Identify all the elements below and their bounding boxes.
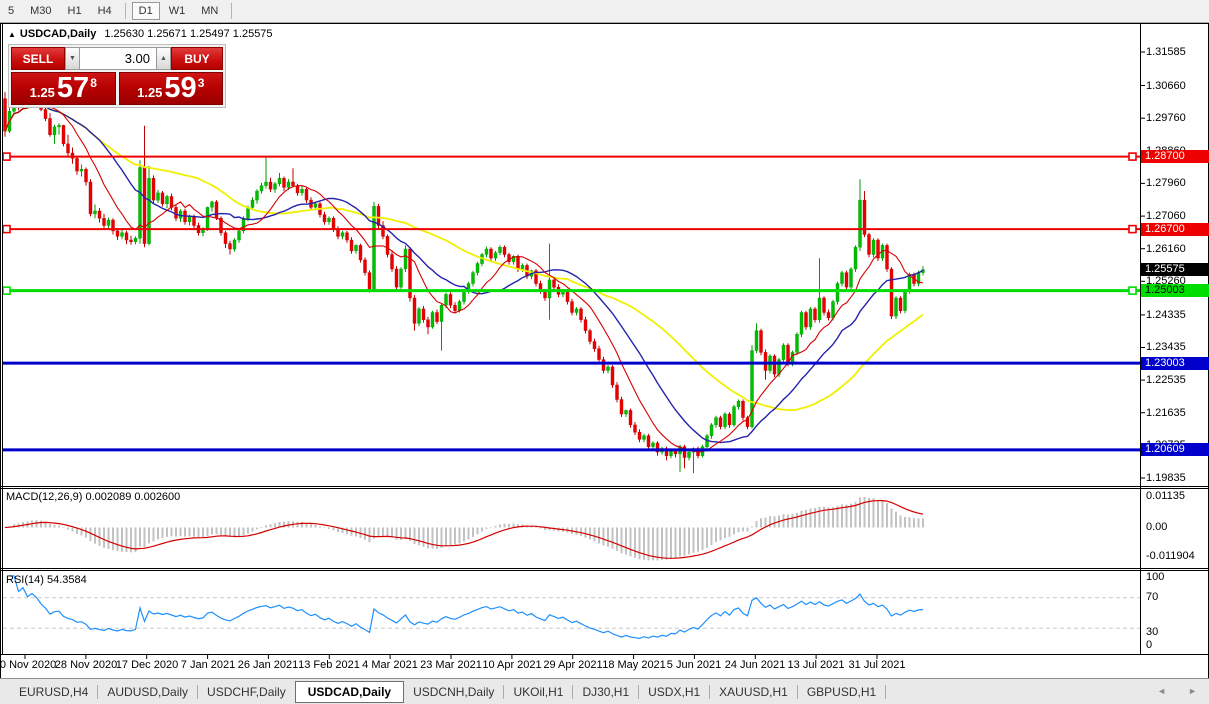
tab-usdx-h1[interactable]: USDX,H1 xyxy=(639,682,709,702)
price-line-label: 1.20609 xyxy=(1141,443,1209,456)
sell-price-pips: 57 xyxy=(56,72,90,104)
trade-panel: SELL ▼ 3.00 ▲ BUY 1.25 57 8 1.25 59 3 xyxy=(8,44,226,108)
chart-ohlc-values: 1.25630 1.25671 1.25497 1.25575 xyxy=(104,28,273,40)
volume-input[interactable]: 3.00 xyxy=(80,47,156,70)
y-axis-label: 1.30660 xyxy=(1146,80,1186,92)
sell-button[interactable]: SELL xyxy=(11,47,65,70)
y-axis-label: 1.26160 xyxy=(1146,243,1186,255)
arrow-up-icon: ▲ xyxy=(160,55,167,62)
tab-gbpusd-h1[interactable]: GBPUSD,H1 xyxy=(798,682,885,702)
current-price-label: 1.25575 xyxy=(1141,263,1209,276)
rsi-axis-30: 30 xyxy=(1146,626,1159,638)
tab-usdcad-daily[interactable]: USDCAD,Daily xyxy=(294,681,405,703)
tabs-scroll-left-icon[interactable]: ◄ xyxy=(1157,686,1166,696)
price-line-label: 1.25003 xyxy=(1141,284,1209,297)
chart-title: ▲ USDCAD,Daily 1.25630 1.25671 1.25497 1.2… xyxy=(8,28,273,40)
price-line-label: 1.23003 xyxy=(1141,357,1209,370)
rsi-axis-100: 100 xyxy=(1146,571,1165,583)
y-axis-label: 1.29760 xyxy=(1146,112,1186,124)
buy-price-box[interactable]: 1.25 59 3 xyxy=(118,72,223,105)
mt4-window: 5 M30 H1 H4 D1 W1 MN ▲ USDCAD,Daily 1.2563… xyxy=(0,0,1209,704)
buy-price-point: 3 xyxy=(197,76,205,90)
volume-decrease-button[interactable]: ▼ xyxy=(65,47,80,70)
macd-axis-max: 0.01135 xyxy=(1146,490,1185,502)
buy-price-pips: 59 xyxy=(164,72,197,104)
volume-increase-button[interactable]: ▲ xyxy=(156,47,171,70)
price-line-label: 1.28700 xyxy=(1141,150,1209,163)
x-axis-label: 29 Apr 2021 xyxy=(543,659,603,671)
x-axis-label: 18 May 2021 xyxy=(602,659,666,671)
tab-dj30-h1[interactable]: DJ30,H1 xyxy=(573,682,638,702)
x-axis-label: 13 Feb 2021 xyxy=(298,659,360,671)
y-axis-label: 1.19835 xyxy=(1146,472,1186,484)
chart-symbol: USDCAD,Daily xyxy=(19,28,97,40)
x-axis-label: 5 Jun 2021 xyxy=(666,659,722,671)
sell-price-prefix: 1.25 xyxy=(29,85,55,100)
x-axis-label: 26 Jan 2021 xyxy=(237,659,299,671)
symbol-tabbar: EURUSD,H4 AUDUSD,Daily USDCHF,Daily USDC… xyxy=(0,678,1209,704)
collapse-panel-icon[interactable]: ▲ xyxy=(8,30,16,39)
x-axis-label: 10 Apr 2021 xyxy=(482,659,542,671)
y-axis-label: 1.21635 xyxy=(1146,407,1186,419)
y-axis-label: 1.31585 xyxy=(1146,46,1186,58)
tabs-scroll-right-icon[interactable]: ► xyxy=(1188,686,1197,696)
x-axis-label: 7 Jan 2021 xyxy=(180,659,236,671)
macd-title: MACD(12,26,9) 0.002089 0.002600 xyxy=(6,491,181,503)
y-axis-label: 1.23435 xyxy=(1146,341,1186,353)
arrow-down-icon: ▼ xyxy=(69,55,76,62)
price-line-label: 1.26700 xyxy=(1141,223,1209,236)
sell-price-point: 8 xyxy=(90,76,97,90)
buy-price-prefix: 1.25 xyxy=(137,85,163,100)
x-axis-label: 17 Dec 2020 xyxy=(115,659,179,671)
x-axis-label: 28 Nov 2020 xyxy=(54,659,118,671)
buy-button[interactable]: BUY xyxy=(171,47,223,70)
x-axis-label: 31 Jul 2021 xyxy=(848,659,906,671)
macd-axis-zero: 0.00 xyxy=(1146,521,1168,533)
y-axis-label: 1.24335 xyxy=(1146,309,1186,321)
tab-ukoil-h1[interactable]: UKOil,H1 xyxy=(504,682,572,702)
x-axis-label: 23 Mar 2021 xyxy=(420,659,482,671)
tab-eurusd-h4[interactable]: EURUSD,H4 xyxy=(10,682,97,702)
rsi-axis-70: 70 xyxy=(1146,591,1159,603)
tab-usdchf-daily[interactable]: USDCHF,Daily xyxy=(198,682,295,702)
x-axis-label: 10 Nov 2020 xyxy=(0,659,57,671)
x-axis-label: 4 Mar 2021 xyxy=(362,659,418,671)
rsi-title: RSI(14) 54.3584 xyxy=(6,574,87,586)
tab-xauusd-h1[interactable]: XAUUSD,H1 xyxy=(710,682,797,702)
x-axis-label: 13 Jul 2021 xyxy=(787,659,845,671)
y-axis-label: 1.22535 xyxy=(1146,374,1186,386)
y-axis-label: 1.27960 xyxy=(1146,177,1186,189)
macd-axis-min: -0.011904 xyxy=(1146,550,1195,562)
tab-audusd-daily[interactable]: AUDUSD,Daily xyxy=(98,682,197,702)
tab-usdcnh-daily[interactable]: USDCNH,Daily xyxy=(404,682,503,702)
x-axis-label: 24 Jun 2021 xyxy=(724,659,786,671)
y-axis-label: 1.27060 xyxy=(1146,210,1186,222)
sell-price-box[interactable]: 1.25 57 8 xyxy=(11,72,116,105)
rsi-axis-0: 0 xyxy=(1146,639,1153,651)
